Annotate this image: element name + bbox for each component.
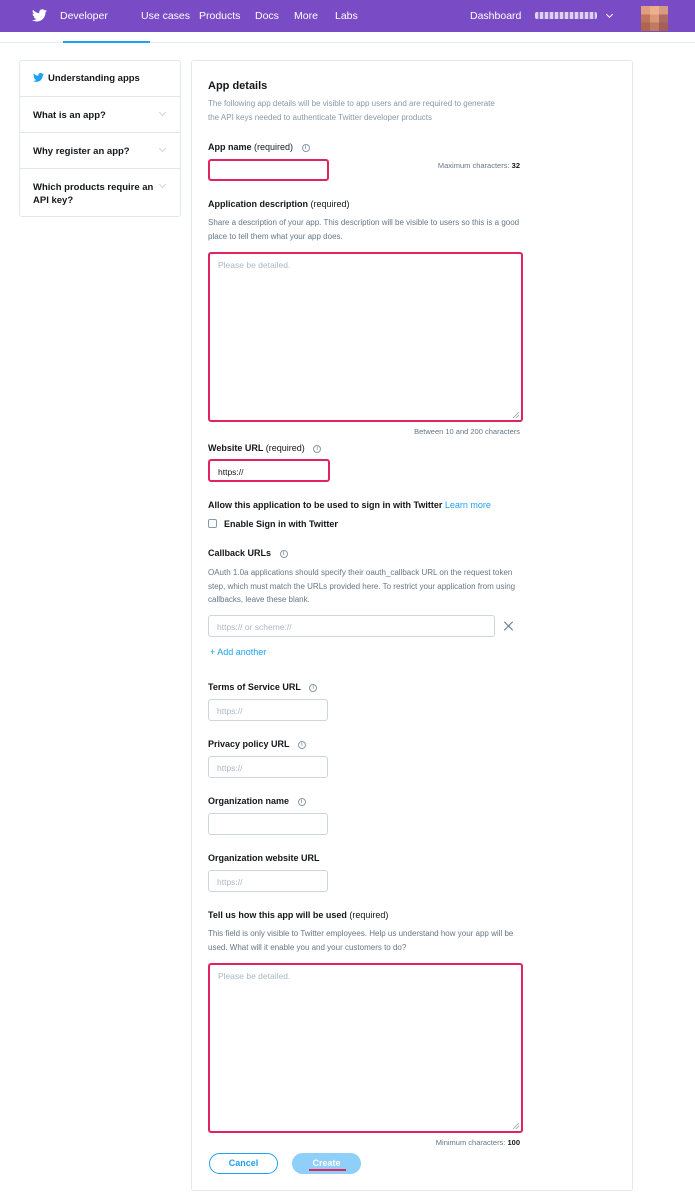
info-icon[interactable]: i — [297, 798, 306, 806]
app-description-hint: Between 10 and 200 characters — [414, 427, 520, 436]
signin-label: Allow this application to be used to sig… — [208, 500, 491, 510]
sidebar-item-label: Which products require an API key? — [33, 182, 154, 206]
active-nav-indicator — [63, 41, 150, 43]
tos-url-label-text: Terms of Service URL — [208, 682, 301, 692]
username-blurred[interactable] — [535, 12, 597, 19]
org-website-label: Organization website URL — [208, 853, 320, 863]
resize-handle-icon[interactable] — [513, 1123, 519, 1129]
twitter-bird-icon — [33, 73, 44, 82]
enable-signin-checkbox[interactable] — [208, 519, 217, 528]
usage-label-text: Tell us how this app will be used — [208, 910, 347, 920]
account-chevron-down-icon[interactable] — [605, 10, 614, 19]
info-icon[interactable]: i — [279, 550, 288, 558]
required-text: (required) — [310, 199, 350, 209]
add-another-link[interactable]: + Add another — [210, 647, 266, 657]
sidebar: Understanding apps What is an app? Why r… — [19, 60, 181, 217]
hint-prefix: Maximum characters: — [437, 161, 512, 170]
app-description-label: Application description (required) — [208, 199, 350, 209]
placeholder-text: https:// — [217, 763, 243, 773]
website-url-input[interactable]: https:// — [208, 459, 330, 482]
usage-label: Tell us how this app will be used (requi… — [208, 910, 388, 920]
tos-url-input[interactable]: https:// — [208, 699, 328, 721]
app-description-label-text: Application description — [208, 199, 309, 209]
privacy-url-label-text: Privacy policy URL — [208, 739, 290, 749]
page-title: App details — [208, 80, 268, 92]
app-description-textarea[interactable]: Please be detailed. — [208, 252, 523, 422]
avatar[interactable] — [641, 6, 668, 31]
sidebar-item-which-products[interactable]: Which products require an API key? — [20, 169, 180, 216]
close-icon[interactable] — [504, 621, 514, 631]
callback-url-input[interactable]: https:// or scheme:// — [208, 615, 495, 637]
sidebar-item-understanding-apps[interactable]: Understanding apps — [20, 61, 180, 97]
nav-link-docs[interactable]: Docs — [255, 10, 279, 22]
privacy-url-label: Privacy policy URL i — [208, 739, 306, 749]
placeholder-text: Please be detailed. — [218, 971, 291, 981]
website-url-label: Website URL (required) i — [208, 443, 322, 453]
nav-link-products[interactable]: Products — [199, 10, 240, 22]
required-text: (required) — [349, 910, 389, 920]
required-text: (required) — [254, 142, 294, 152]
sidebar-item-why-register[interactable]: Why register an app? — [20, 133, 180, 169]
learn-more-link[interactable]: Learn more — [445, 500, 491, 510]
app-name-label: App name (required) i — [208, 142, 310, 152]
hint-value: 100 — [507, 1138, 520, 1147]
placeholder-text: https:// — [217, 706, 243, 716]
tos-url-label: Terms of Service URL i — [208, 682, 318, 692]
nav-link-labs[interactable]: Labs — [335, 10, 358, 22]
sidebar-item-label: What is an app? — [33, 110, 106, 121]
info-icon[interactable]: i — [301, 144, 310, 152]
input-value: https:// — [218, 467, 244, 477]
hint-prefix: Minimum characters: — [435, 1138, 508, 1147]
sidebar-item-what-is-an-app[interactable]: What is an app? — [20, 97, 180, 133]
app-name-hint: Maximum characters: 32 — [438, 161, 520, 170]
chevron-down-icon — [158, 144, 167, 153]
resize-handle-icon[interactable] — [513, 412, 519, 418]
usage-textarea[interactable]: Please be detailed. — [208, 963, 523, 1133]
nav-link-dashboard[interactable]: Dashboard — [470, 10, 521, 22]
signin-label-text: Allow this application to be used to sig… — [208, 500, 443, 510]
org-name-label: Organization name i — [208, 796, 306, 806]
enable-signin-label: Enable Sign in with Twitter — [224, 519, 338, 529]
usage-help: This field is only visible to Twitter em… — [208, 929, 514, 952]
privacy-url-input[interactable]: https:// — [208, 756, 328, 778]
callback-help: OAuth 1.0a applications should specify t… — [208, 568, 516, 604]
top-nav-bar: Developer Use cases Products Docs More L… — [0, 0, 695, 32]
callback-urls-label-text: Callback URLs — [208, 548, 272, 558]
chevron-down-icon — [158, 108, 167, 117]
sidebar-item-label: Why register an app? — [33, 146, 130, 157]
placeholder-text: https:// — [217, 877, 243, 887]
twitter-bird-icon[interactable] — [32, 9, 47, 22]
hint-value: 32 — [511, 161, 520, 170]
cancel-button[interactable]: Cancel — [209, 1153, 278, 1174]
info-icon[interactable]: i — [313, 445, 322, 453]
nav-link-use-cases[interactable]: Use cases — [141, 10, 190, 22]
create-button-highlight — [309, 1169, 346, 1171]
website-url-label-text: Website URL — [208, 443, 264, 453]
org-name-label-text: Organization name — [208, 796, 290, 806]
sidebar-item-label: Understanding apps — [48, 73, 140, 84]
nav-brand-developer[interactable]: Developer — [60, 10, 108, 22]
org-website-input[interactable]: https:// — [208, 870, 328, 892]
org-name-input[interactable] — [208, 813, 328, 835]
intro-text: The following app details will be visibl… — [208, 99, 495, 122]
app-description-help: Share a description of your app. This de… — [208, 218, 520, 241]
nav-link-more[interactable]: More — [294, 10, 318, 22]
placeholder-text: https:// or scheme:// — [217, 622, 292, 632]
callback-urls-label: Callback URLs i — [208, 548, 288, 558]
usage-hint: Minimum characters: 100 — [436, 1138, 520, 1147]
chevron-down-icon — [158, 180, 167, 189]
app-name-label-text: App name — [208, 142, 252, 152]
app-name-input[interactable] — [208, 159, 329, 181]
info-icon[interactable]: i — [297, 741, 306, 749]
app-details-card: App details The following app details wi… — [191, 60, 633, 1191]
required-text: (required) — [265, 443, 305, 453]
info-icon[interactable]: i — [309, 684, 318, 692]
placeholder-text: Please be detailed. — [218, 260, 291, 270]
